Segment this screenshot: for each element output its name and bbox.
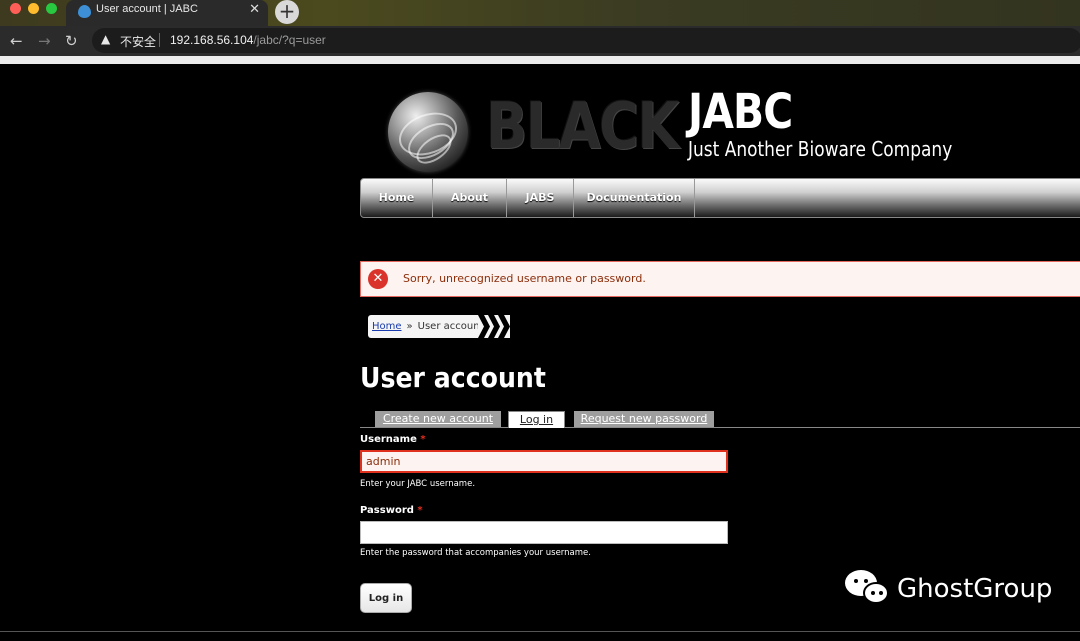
- breadcrumb-arrows-icon: [478, 315, 510, 338]
- warning-icon[interactable]: ▲: [101, 32, 110, 46]
- window-close-button[interactable]: [10, 3, 21, 14]
- url-path: /jabc/?q=user: [253, 33, 326, 47]
- site-logo-icon[interactable]: [388, 92, 468, 172]
- wechat-icon: [845, 570, 891, 608]
- security-indicator[interactable]: 不安全: [120, 33, 156, 50]
- error-icon: ✕: [368, 269, 388, 289]
- tabs-divider: [360, 427, 1080, 428]
- browser-tab-active[interactable]: User account | JABC ✕: [66, 0, 268, 26]
- drupal-favicon-icon: [78, 5, 91, 18]
- window-zoom-button[interactable]: [46, 3, 57, 14]
- window-minimize-button[interactable]: [28, 3, 39, 14]
- watermark: GhostGroup: [845, 570, 1052, 608]
- back-arrow-icon[interactable]: ←: [10, 32, 23, 50]
- reload-icon[interactable]: ↻: [65, 32, 78, 50]
- username-label-text: Username: [360, 434, 417, 445]
- tab-close-icon[interactable]: ✕: [249, 2, 260, 17]
- url-host: 192.168.56.104: [170, 33, 254, 47]
- required-marker: *: [417, 505, 423, 516]
- error-message: ✕ Sorry, unrecognized username or passwo…: [360, 261, 1080, 297]
- breadcrumb: Home » User account: [368, 315, 490, 338]
- username-description: Enter your JABC username.: [360, 479, 476, 489]
- error-text: Sorry, unrecognized username or password…: [403, 272, 646, 285]
- watermark-text: GhostGroup: [897, 574, 1053, 604]
- menu-item-jabs[interactable]: JABS: [507, 179, 574, 217]
- tab-create-new-account[interactable]: Create new account: [375, 411, 501, 427]
- url-text[interactable]: 192.168.56.104/jabc/?q=user: [170, 33, 326, 47]
- site-name[interactable]: JABC: [688, 84, 793, 140]
- footer-divider: [0, 631, 1080, 632]
- log-in-button[interactable]: Log in: [360, 583, 412, 613]
- tab-request-new-password[interactable]: Request new password: [574, 411, 714, 427]
- logo-wordmark[interactable]: BLACK: [486, 90, 680, 164]
- breadcrumb-separator: »: [406, 321, 413, 332]
- page-title: User account: [360, 361, 546, 394]
- password-label: Password *: [360, 505, 423, 516]
- tab-title: User account | JABC: [96, 3, 198, 15]
- page-content: BLACK JABC Just Another Bioware Company …: [0, 64, 1080, 641]
- breadcrumb-current: User account: [417, 321, 484, 332]
- required-marker: *: [420, 434, 426, 445]
- menu-item-documentation[interactable]: Documentation: [574, 179, 695, 217]
- password-label-text: Password: [360, 505, 414, 516]
- address-bar[interactable]: ▲ 不安全 192.168.56.104/jabc/?q=user: [92, 28, 1080, 53]
- password-input[interactable]: [360, 521, 728, 544]
- menu-item-home[interactable]: Home: [361, 179, 433, 217]
- primary-menu: Home About JABS Documentation: [360, 178, 1080, 218]
- forward-arrow-icon[interactable]: →: [38, 32, 51, 50]
- username-label: Username *: [360, 434, 426, 445]
- username-input[interactable]: [360, 450, 728, 473]
- breadcrumb-home-link[interactable]: Home: [372, 321, 402, 332]
- menu-item-about[interactable]: About: [433, 179, 507, 217]
- new-tab-button[interactable]: +: [275, 0, 299, 24]
- address-divider: [159, 33, 160, 47]
- site-slogan: Just Another Bioware Company: [688, 137, 953, 161]
- tab-log-in[interactable]: Log in: [508, 411, 565, 428]
- chrome-divider: [0, 56, 1080, 64]
- browser-tab-strip: User account | JABC ✕ +: [0, 0, 1080, 26]
- address-toolbar: ← → ↻ ▲ 不安全 192.168.56.104/jabc/?q=user: [0, 26, 1080, 56]
- password-description: Enter the password that accompanies your…: [360, 548, 591, 558]
